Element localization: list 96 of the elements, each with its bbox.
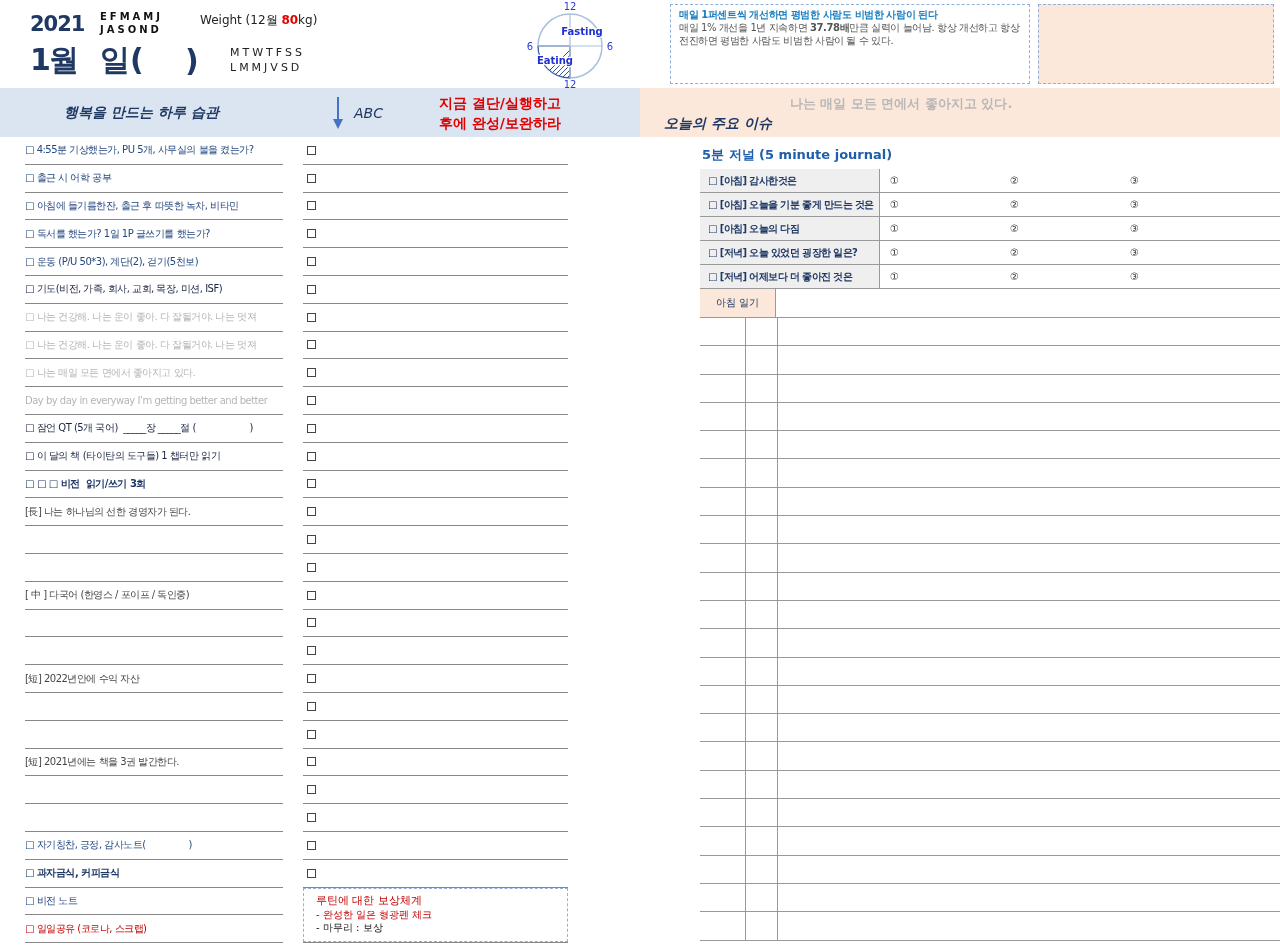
answer-number: ① [889,223,900,234]
checkbox[interactable] [307,507,316,517]
quote-text: 매일 1% 개선을 1년 지속하면 37.78배만큼 실력이 늘어남. 항상 개선하고 항상 전진하면 평범한 사람도 비범한 사람이 될 수 있다. [679,21,1021,47]
checkbox[interactable] [307,368,316,378]
habit-text: □ 출근 시 어학 공부 [25,171,112,186]
answer-number: ① [889,247,900,258]
checkbox[interactable] [307,145,316,155]
habit-text: □ 이 달의 책 (타이탄의 도구들) 1 챕터만 읽기 [25,449,221,464]
day-label: 일( [100,40,145,79]
habit-text: □ 나는 매일 모든 면에서 좋아지고 있다. [25,365,196,380]
reward-line: - 마무리 : 보상 [316,921,384,935]
affirmation-text: 나는 매일 모든 면에서 좋아지고 있다. [789,95,1013,113]
weekday-initials: MTWTFSS [230,45,305,60]
habit-text: [短] 2021년에는 책을 3권 발간한다. [25,754,179,769]
habit-text: □ 독서를 했는가? 1일 1P 글쓰기를 했는가? [25,226,210,241]
checkbox[interactable] [307,257,316,267]
checkbox[interactable] [307,646,316,656]
clock-label: 12 [563,1,577,12]
habit-text: □ □ □ 비전 읽기/쓰기 3회 [25,476,146,491]
habit-text: □ 운동 (P/U 50*3), 계단(2), 걷기(5천보) [25,254,199,269]
checkbox[interactable] [307,423,316,433]
habit-text: □ 비전 노트 [25,893,78,908]
checkbox[interactable] [307,757,316,767]
month-initials: EFMAMJ [100,10,165,23]
answer-number: ③ [1129,175,1140,186]
checkbox[interactable] [307,840,316,850]
habit-text: □ 과자금식, 커피금식 [25,866,120,881]
clock-label: 6 [526,41,534,52]
checkbox[interactable] [307,535,316,545]
answer-number: ② [1009,247,1020,258]
habit-text: □ 4:55분 기상했는가, PU 5개, 사무실의 불을 켰는가? [25,143,254,158]
habit-text: [長] 나는 하나님의 선한 경영자가 된다. [25,504,191,519]
journal-prompt: □ [아침] 감사한것은 [700,169,880,192]
checkbox[interactable] [307,701,316,711]
journal-title: 5분 저널 (5 minute journal) [701,146,894,164]
habit-text: □ 잠언 QT (5개 국어) _____장 _____절 ( ) [25,421,253,436]
column-heading: ABC [354,104,384,121]
answer-number: ③ [1129,223,1140,234]
checkbox[interactable] [307,312,316,322]
habit-text: [短] 2022년안에 수익 자산 [25,671,140,686]
answer-number: ① [889,271,900,282]
habit-text: □ 나는 건강해. 나는 운이 좋아. 다 잘될거야. 나는 멋져 [25,337,257,352]
checkbox[interactable] [307,813,316,822]
weight-label: Weight (12월 80kg) [200,12,318,29]
checkbox[interactable] [307,173,316,183]
journal-prompt: □ [아침] 오늘을 기분 좋게 만드는 것은 [700,193,880,216]
checkbox[interactable] [307,618,316,628]
day-label: ) [185,42,200,78]
checkbox[interactable] [307,674,316,684]
habit-text: □ 자기칭찬, 긍정, 감사노트( ) [25,838,192,853]
checkbox[interactable] [307,396,316,406]
answer-number: ② [1009,271,1020,282]
answer-number: ② [1009,175,1020,186]
checkbox[interactable] [307,201,316,211]
band-title: 행복을 만드는 하루 습관 [64,103,222,122]
answer-number: ① [889,175,900,186]
month-label: 1월 [30,40,78,79]
checkbox[interactable] [307,590,316,600]
checkbox[interactable] [307,479,316,489]
habit-text: □ 일일공유 (코로나, 스크랩) [25,921,147,936]
weekday-initials: LMMJVSD [230,60,304,75]
checkbox[interactable] [307,340,316,350]
answer-number: ③ [1129,247,1140,258]
journal-prompt: □ [아침] 오늘의 다짐 [700,217,880,240]
band-title: 오늘의 주요 이슈 [664,114,772,133]
fasting-label: Fasting [561,26,603,37]
checkbox[interactable] [307,229,316,239]
checkbox[interactable] [307,562,316,572]
clock-label: 12 [563,79,577,88]
habit-text: □ 아침에 들기름한잔, 출근 후 따뜻한 녹차, 비타민 [25,199,239,213]
checkbox[interactable] [307,284,316,294]
answer-number: ① [889,199,900,210]
answer-number: ② [1009,199,1020,210]
habit-text: Day by day in everyway I’m getting better and better [25,395,268,407]
year-label: 2021 [30,12,86,36]
journal-prompt: □ [저녁] 오늘 있었던 굉장한 일은? [700,241,880,264]
diary-label: 아침 일기 [700,289,776,317]
journal-prompt: □ [저녁] 어제보다 더 좋아진 것은 [700,265,880,288]
reward-line: - 완성한 일은 형광펜 체크 [316,908,434,922]
habit-text: □ 기도(비전, 가족, 회사, 교회, 목장, 미션, ISF) [25,282,223,297]
checkbox[interactable] [307,729,316,739]
down-arrow-icon [332,96,344,129]
checkbox[interactable] [307,785,316,795]
quote-title: 매일 1퍼센트씩 개선하면 평범한 사람도 비범한 사람이 된다 [679,8,939,21]
month-initials: JASOND [100,23,163,36]
answer-number: ③ [1129,199,1140,210]
answer-number: ③ [1129,271,1140,282]
motto-text: 지금 결단/실행하고 [439,93,561,113]
reward-title: 루틴에 대한 보상체계 [316,893,423,909]
motto-text: 후에 완성/보완하라 [439,113,561,133]
checkbox[interactable] [307,451,316,461]
checkbox[interactable] [307,868,316,878]
answer-number: ② [1009,223,1020,234]
clock-label: 6 [606,41,614,52]
habit-text: □ 나는 건강해. 나는 운이 좋아. 다 잘될거야. 나는 멋져 [25,310,257,325]
habit-text: [ 中 ] 다국어 (한영스 / 포이프 / 독인중) [25,588,190,603]
